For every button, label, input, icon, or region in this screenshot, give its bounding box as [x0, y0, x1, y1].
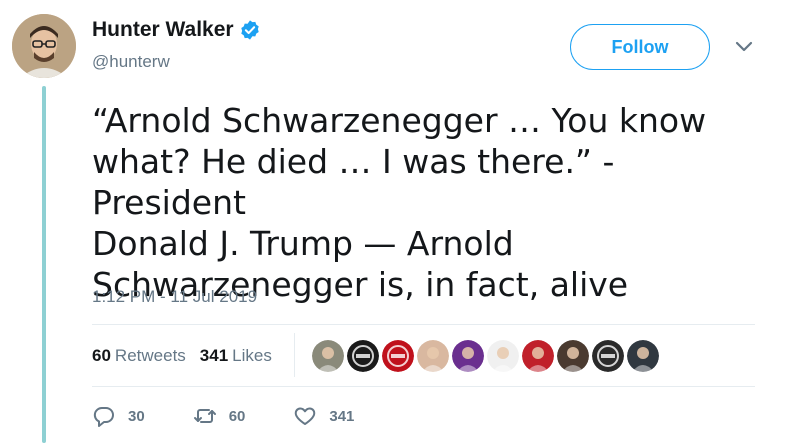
handle[interactable]: @hunterw [92, 52, 170, 72]
reply-count: 30 [128, 407, 145, 425]
likes-count[interactable]: 341 [200, 346, 228, 366]
divider [92, 386, 755, 387]
avatar[interactable] [12, 14, 76, 78]
retweet-icon [193, 409, 216, 423]
stats-separator [294, 333, 295, 377]
retweet-button[interactable]: 60 [193, 404, 246, 428]
reply-icon [93, 406, 114, 427]
person-avatar-icon [312, 340, 344, 372]
tweet-text: “Arnold Schwarzenegger … You know what? … [92, 101, 707, 304]
retweets-label[interactable]: Retweets [115, 346, 186, 366]
chevron-down-icon[interactable] [733, 40, 755, 54]
liker-avatar[interactable] [487, 340, 519, 372]
liker-avatar[interactable] [312, 340, 344, 372]
liker-avatar[interactable] [382, 340, 414, 372]
liker-avatar[interactable] [557, 340, 589, 372]
liker-avatar[interactable] [592, 340, 624, 372]
tweet-stats: 60 Retweets 341 Likes [92, 346, 286, 366]
liker-avatars [312, 340, 662, 372]
retweet-count: 60 [228, 407, 246, 425]
follow-button[interactable]: Follow [570, 24, 710, 70]
person-avatar-icon [627, 340, 659, 372]
like-count: 341 [329, 407, 355, 425]
liker-avatar[interactable] [627, 340, 659, 372]
thread-line [42, 86, 46, 443]
avatar-image [12, 14, 76, 78]
divider [92, 324, 755, 325]
verified-badge-icon [239, 19, 261, 41]
retweets-count[interactable]: 60 [92, 346, 111, 366]
person-avatar-icon [487, 340, 519, 372]
person-avatar-icon [417, 340, 449, 372]
liker-avatar[interactable] [417, 340, 449, 372]
liker-avatar[interactable] [522, 340, 554, 372]
logo-avatar-icon [592, 340, 624, 372]
person-avatar-icon [522, 340, 554, 372]
reply-button[interactable]: 30 [92, 404, 145, 428]
person-avatar-icon [452, 340, 484, 372]
display-name[interactable]: Hunter Walker [92, 18, 234, 42]
heart-icon [295, 407, 316, 425]
tweet-actions: 30 60 341 [92, 404, 402, 428]
like-button[interactable]: 341 [293, 404, 354, 428]
person-avatar-icon [557, 340, 589, 372]
author-name-row: Hunter Walker [92, 18, 261, 42]
logo-avatar-icon [382, 340, 414, 372]
liker-avatar[interactable] [452, 340, 484, 372]
likes-label[interactable]: Likes [232, 346, 272, 366]
logo-avatar-icon [347, 340, 379, 372]
liker-avatar[interactable] [347, 340, 379, 372]
timestamp[interactable]: 1:12 PM - 11 Jul 2019 [92, 287, 257, 307]
